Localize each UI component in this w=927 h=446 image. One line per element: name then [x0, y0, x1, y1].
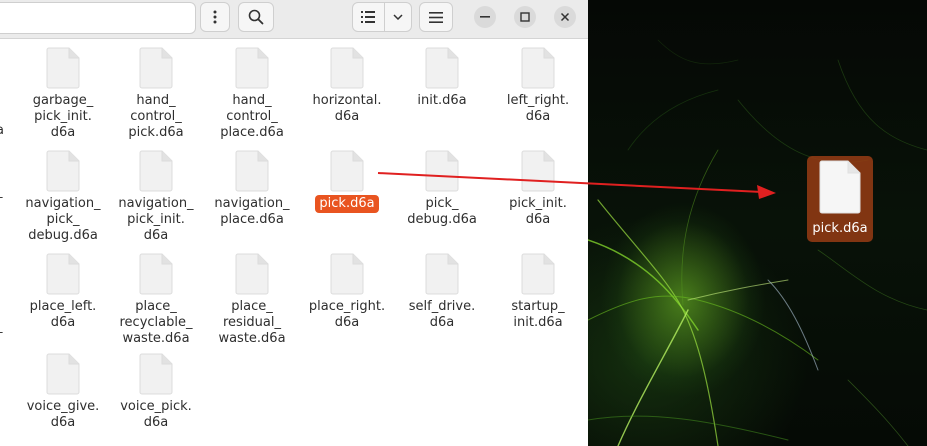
search-button[interactable]: [238, 2, 274, 32]
document-icon: [46, 150, 80, 192]
file-label-selected: pick.d6a: [315, 195, 379, 213]
file-label: pick_init. d6a: [509, 196, 567, 227]
file-hand-control-place[interactable]: hand_ control_ place.d6a: [204, 47, 300, 141]
file-self-drive[interactable]: self_drive. d6a: [394, 253, 490, 331]
desktop-file-label: pick.d6a: [812, 221, 868, 236]
document-icon: [139, 353, 173, 395]
file-pick-init[interactable]: pick_init. d6a: [490, 150, 586, 228]
document-icon: [139, 47, 173, 89]
file-label: voice_give. d6a: [26, 399, 100, 430]
document-icon: [46, 353, 80, 395]
document-icon: [425, 150, 459, 192]
file-horizontal[interactable]: horizontal. d6a: [299, 47, 395, 125]
file-label: navigation_ pick_init. d6a: [118, 196, 194, 243]
desktop-wallpaper: [588, 0, 927, 446]
location-bar[interactable]: [0, 2, 196, 34]
document-icon: [330, 150, 364, 192]
document-icon: [330, 253, 364, 295]
clipped-label: a: [0, 123, 4, 138]
file-label: hand_ control_ place.d6a: [220, 93, 284, 140]
file-pick-debug[interactable]: pick_ debug.d6a: [394, 150, 490, 228]
file-label: navigation_ pick_ debug.d6a: [25, 196, 101, 243]
maximize-icon[interactable]: [514, 6, 536, 28]
document-icon: [235, 47, 269, 89]
file-navigation-pick-debug[interactable]: navigation_ pick_ debug.d6a: [15, 150, 111, 244]
desktop-file-pick[interactable]: pick.d6a: [807, 156, 873, 242]
file-init[interactable]: init.d6a: [394, 47, 490, 109]
file-label: left_right. d6a: [506, 93, 570, 124]
document-icon: [139, 150, 173, 192]
file-label: place_ residual_ waste.d6a: [218, 299, 286, 346]
document-icon: [521, 253, 555, 295]
header-bar: [0, 0, 588, 39]
file-place-recyclable-waste[interactable]: place_ recyclable_ waste.d6a: [108, 253, 204, 347]
file-manager-window: a _ _ garbage_ pick_init. d6a hand_ cont…: [0, 0, 588, 446]
document-icon: [235, 150, 269, 192]
file-place-left[interactable]: place_left. d6a: [15, 253, 111, 331]
document-icon: [521, 150, 555, 192]
document-icon: [46, 253, 80, 295]
file-label: place_ recyclable_ waste.d6a: [119, 299, 193, 346]
file-navigation-place[interactable]: navigation_ place.d6a: [204, 150, 300, 228]
document-icon: [521, 47, 555, 89]
file-label: startup_ init.d6a: [511, 299, 565, 330]
file-navigation-pick-init[interactable]: navigation_ pick_init. d6a: [108, 150, 204, 244]
file-label: garbage_ pick_init. d6a: [32, 93, 94, 140]
file-place-residual-waste[interactable]: place_ residual_ waste.d6a: [204, 253, 300, 347]
file-voice-give[interactable]: voice_give. d6a: [15, 353, 111, 431]
file-label: self_drive. d6a: [408, 299, 476, 330]
document-icon: [425, 253, 459, 295]
file-pick[interactable]: pick.d6a: [299, 150, 395, 213]
document-icon: [819, 160, 861, 214]
file-place-right[interactable]: place_right. d6a: [299, 253, 395, 331]
document-icon: [235, 253, 269, 295]
search-icon: [248, 9, 264, 25]
file-left-right[interactable]: left_right. d6a: [490, 47, 586, 125]
wallpaper-fibers: [588, 39, 927, 446]
document-icon: [425, 47, 459, 89]
file-label: horizontal. d6a: [312, 93, 382, 124]
clipped-label: _: [0, 184, 3, 199]
file-label: navigation_ place.d6a: [214, 196, 290, 227]
file-label: place_right. d6a: [308, 299, 386, 330]
close-icon[interactable]: [554, 6, 576, 28]
list-view-icon[interactable]: [353, 3, 385, 31]
clipped-label: _: [0, 319, 3, 334]
document-icon: [139, 253, 173, 295]
hamburger-menu-icon[interactable]: [419, 2, 453, 32]
file-garbage[interactable]: garbage_ pick_init. d6a: [15, 47, 111, 141]
file-label: hand_ control_ pick.d6a: [128, 93, 184, 140]
file-label: init.d6a: [417, 93, 467, 108]
file-label: voice_pick. d6a: [120, 399, 192, 430]
chevron-down-icon[interactable]: [385, 3, 411, 31]
file-label: place_left. d6a: [29, 299, 97, 330]
file-grid: a _ _ garbage_ pick_init. d6a hand_ cont…: [0, 39, 588, 446]
document-icon: [46, 47, 80, 89]
file-label: pick_ debug.d6a: [407, 196, 477, 227]
document-icon: [330, 47, 364, 89]
view-toggle-group: [352, 2, 412, 32]
file-startup-init[interactable]: startup_ init.d6a: [490, 253, 586, 331]
kebab-menu-icon[interactable]: [200, 2, 230, 32]
file-voice-pick[interactable]: voice_pick. d6a: [108, 353, 204, 431]
file-hand-control-pick[interactable]: hand_ control_ pick.d6a: [108, 47, 204, 141]
minimize-icon[interactable]: [474, 6, 496, 28]
